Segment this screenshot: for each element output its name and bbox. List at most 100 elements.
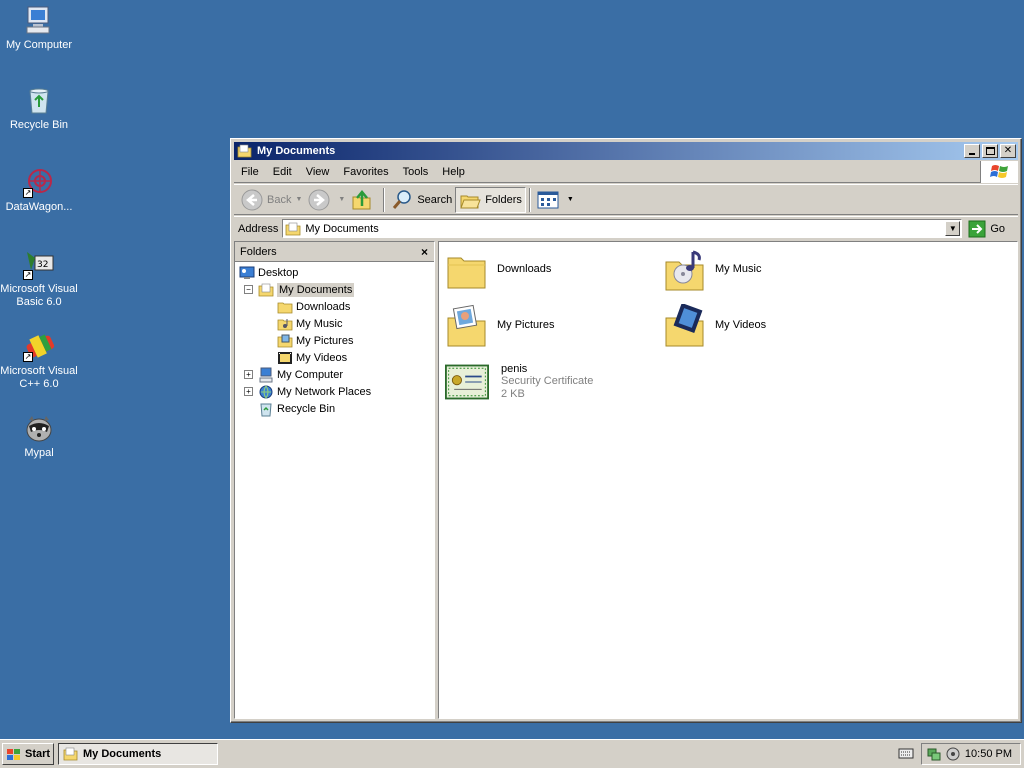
- folders-pane-title: Folders: [240, 245, 277, 258]
- tree-item-my-pictures[interactable]: My Pictures: [235, 332, 434, 349]
- folder-open-icon: [63, 747, 78, 761]
- tree-item-label: My Pictures: [296, 334, 354, 347]
- mypal-raccoon-icon: [26, 416, 52, 442]
- desktop-icon-label: Recycle Bin: [9, 119, 69, 131]
- file-item-my-videos[interactable]: My Videos: [663, 304, 766, 348]
- maximize-button[interactable]: [982, 144, 998, 158]
- file-item-name: penis: [501, 363, 528, 375]
- search-button[interactable]: Search: [388, 187, 455, 213]
- menu-file[interactable]: File: [234, 166, 266, 178]
- views-icon: [537, 191, 559, 208]
- tree-item-my-network-places[interactable]: + My Network Places: [235, 383, 434, 400]
- windows-flag-icon: [7, 749, 20, 760]
- start-button[interactable]: Start: [2, 743, 54, 765]
- address-bar: Address My Documents ▼ Go: [234, 216, 1018, 240]
- standard-toolbar: Back ▼ ▼ Search Folders ▼: [234, 184, 1018, 215]
- tree-item-label: My Computer: [277, 368, 344, 381]
- back-arrow-icon: [241, 189, 263, 210]
- chevron-down-icon[interactable]: ▼: [295, 196, 302, 203]
- folder-open-icon: [237, 144, 252, 158]
- back-button[interactable]: Back ▼: [238, 187, 305, 213]
- expand-icon[interactable]: +: [244, 370, 253, 379]
- desktop-icon: [239, 266, 255, 279]
- windows-flag-icon: [989, 165, 1008, 178]
- tree-item-my-computer[interactable]: + My Computer: [235, 366, 434, 383]
- folder-tree: Desktop − My Documents Downloads My Musi…: [235, 262, 434, 417]
- menu-help[interactable]: Help: [435, 166, 472, 178]
- explorer-window[interactable]: My Documents ✕ File Edit View Favorites …: [230, 138, 1022, 723]
- file-item-my-music[interactable]: My Music: [663, 248, 761, 292]
- taskbar-item-my-documents[interactable]: My Documents: [58, 743, 218, 765]
- forward-button[interactable]: ▼: [305, 187, 348, 213]
- file-item-downloads[interactable]: Downloads: [445, 248, 551, 292]
- title-bar[interactable]: My Documents ✕: [234, 142, 1018, 160]
- up-button[interactable]: [348, 187, 380, 213]
- clock[interactable]: 10:50 PM: [965, 748, 1012, 760]
- file-item-my-pictures[interactable]: My Pictures: [445, 304, 554, 348]
- expand-icon[interactable]: +: [244, 387, 253, 396]
- close-icon[interactable]: ×: [421, 245, 428, 259]
- folders-pane-header: Folders ×: [235, 242, 434, 262]
- desktop-icon-label: My Computer: [5, 39, 73, 51]
- address-dropdown-button[interactable]: ▼: [945, 221, 961, 236]
- tree-item-my-videos[interactable]: My Videos: [235, 349, 434, 366]
- toolbar-separator: [383, 187, 386, 212]
- go-label: Go: [990, 222, 1006, 235]
- videos-folder-icon: [665, 304, 704, 347]
- close-button[interactable]: ✕: [1000, 144, 1016, 158]
- chevron-down-icon[interactable]: ▼: [567, 196, 574, 203]
- recycle-bin-icon: [29, 88, 49, 114]
- my-documents-icon: [285, 222, 301, 235]
- taskbar-item-label: My Documents: [83, 748, 162, 760]
- collapse-icon[interactable]: −: [244, 285, 253, 294]
- folders-button[interactable]: Folders: [455, 186, 526, 213]
- address-label: Address: [238, 222, 279, 235]
- desktop-icon-mypal[interactable]: Mypal: [0, 412, 78, 460]
- desktop-icon-visual-basic[interactable]: 32 ↗ Microsoft Visual Basic 6.0: [0, 248, 78, 309]
- keyboard-icon: [898, 748, 914, 759]
- svg-text:32: 32: [37, 260, 48, 270]
- network-tray-icon[interactable]: [926, 746, 942, 762]
- menu-favorites[interactable]: Favorites: [336, 166, 395, 178]
- folder-icon: [277, 302, 293, 313]
- go-arrow-icon: [968, 220, 986, 237]
- menu-edit[interactable]: Edit: [266, 166, 299, 178]
- start-label: Start: [25, 748, 51, 760]
- folder-up-icon: [352, 189, 371, 209]
- folders-pane: Folders × Desktop − My Documents Downloa…: [234, 241, 435, 719]
- desktop-icon-visual-cpp[interactable]: ↗ Microsoft Visual C++ 6.0: [0, 330, 78, 391]
- tree-item-recycle-bin[interactable]: Recycle Bin: [235, 400, 434, 417]
- go-button[interactable]: Go: [968, 220, 1005, 238]
- file-item-name: My Pictures: [497, 319, 555, 331]
- desktop-icon-datawagon[interactable]: ↗ DataWagon...: [0, 166, 78, 214]
- toolbar-separator: [528, 187, 531, 212]
- menu-view[interactable]: View: [299, 166, 337, 178]
- window-title: My Documents: [257, 145, 336, 157]
- tree-item-desktop[interactable]: Desktop: [235, 264, 434, 281]
- close-icon: ✕: [1003, 145, 1013, 156]
- minimize-button[interactable]: [964, 144, 980, 158]
- desktop-icon-recycle-bin[interactable]: Recycle Bin: [0, 84, 78, 132]
- search-icon: [393, 189, 412, 209]
- volume-tray-icon[interactable]: [945, 746, 961, 762]
- keyboard-icon[interactable]: [898, 746, 914, 763]
- desktop-icon-label: Microsoft Visual Basic 6.0: [0, 283, 78, 308]
- tree-item-label: My Videos: [296, 351, 348, 364]
- file-item-certificate[interactable]: penis Security Certificate 2 KB: [445, 360, 593, 404]
- chevron-down-icon[interactable]: ▼: [338, 196, 345, 203]
- chevron-down-icon: ▼: [948, 224, 957, 233]
- tree-item-my-documents[interactable]: − My Documents: [235, 281, 434, 298]
- desktop-icon-my-computer[interactable]: My Computer: [0, 4, 78, 52]
- taskbar: Start My Documents 10:50 PM: [0, 739, 1024, 768]
- folders-icon: [460, 195, 481, 208]
- desktop-icon-label: Microsoft Visual C++ 6.0: [0, 365, 78, 390]
- my-computer-icon: [26, 6, 50, 34]
- menu-bar: File Edit View Favorites Tools Help: [234, 161, 1018, 183]
- tree-item-my-music[interactable]: My Music: [235, 315, 434, 332]
- tree-item-downloads[interactable]: Downloads: [235, 298, 434, 315]
- shortcut-arrow-icon: ↗: [23, 270, 33, 280]
- menu-tools[interactable]: Tools: [396, 166, 436, 178]
- views-button[interactable]: ▼: [534, 187, 577, 213]
- address-input[interactable]: My Documents ▼: [282, 219, 963, 238]
- system-tray: 10:50 PM: [921, 743, 1021, 765]
